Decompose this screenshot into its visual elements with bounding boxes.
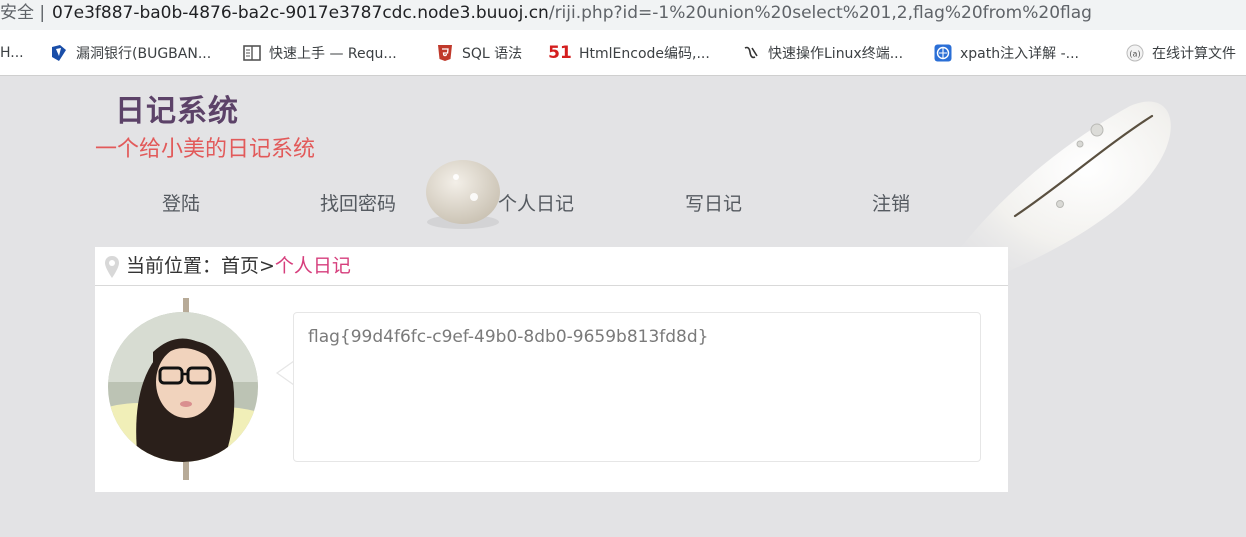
site-title: 日记系统 <box>115 94 239 129</box>
bookmark-item[interactable]: 漏洞银行(BUGBAN... <box>50 30 211 75</box>
nav-logout[interactable]: 注销 <box>872 189 910 216</box>
globe-badge-icon <box>934 44 952 62</box>
nav-recover-password[interactable]: 找回密码 <box>320 189 396 216</box>
bookmark-item[interactable]: H... <box>0 30 24 75</box>
avatar <box>108 312 258 462</box>
entry-pointer <box>275 360 295 390</box>
address-bar[interactable]: 安全 | 07e3f887-ba0b-4876-ba2c-9017e3787cd… <box>0 0 1246 30</box>
content-panel: 当前位置：首页>个人日记 flag{99d4f6fc-c9ef-49b0-8db… <box>95 247 1008 492</box>
bookmark-label: 在线计算文件 <box>1152 45 1236 62</box>
breadcrumb-current[interactable]: 个人日记 <box>275 255 351 277</box>
url-path: /riji.php?id=-1%20union%20select%201,2,f… <box>548 3 1092 23</box>
bookmark-label: H... <box>0 44 24 61</box>
bookmark-item[interactable]: 快速上手 — Requ... <box>243 30 397 75</box>
diary-entry: flag{99d4f6fc-c9ef-49b0-8db0-9659b813fd8… <box>293 312 981 462</box>
calculator-icon: (a) <box>1126 44 1144 62</box>
bookmark-label: xpath注入详解 -... <box>960 45 1079 62</box>
breadcrumb-label: 当前位置：首页>个人日记 <box>126 247 351 285</box>
page-body: 日记系统 一个给小美的日记系统 登陆 找回密码 个人日记 写日记 注销 当前位置… <box>0 76 1246 537</box>
bookmark-label: HtmlEncode编码,... <box>579 45 710 62</box>
bookmark-item[interactable]: SQL 语法 <box>436 30 522 75</box>
bookmark-item[interactable]: xpath注入详解 -... <box>934 30 1079 75</box>
svg-text:(a): (a) <box>1129 49 1140 58</box>
bookmark-item[interactable]: (a) 在线计算文件 <box>1126 30 1236 75</box>
51-logo-icon: 51 <box>548 42 572 63</box>
bugbank-icon <box>50 44 68 62</box>
url-host: 07e3f887-ba0b-4876-ba2c-9017e3787cdc.nod… <box>52 3 549 23</box>
nav-login[interactable]: 登陆 <box>162 189 200 216</box>
site-subtitle: 一个给小美的日记系统 <box>95 137 316 162</box>
breadcrumb: 当前位置：首页>个人日记 <box>95 247 1008 286</box>
stone-decoration <box>418 152 508 236</box>
bookmark-label: 漏洞银行(BUGBAN... <box>76 45 212 62</box>
bookmark-item[interactable]: 51 HtmlEncode编码,... <box>548 30 710 75</box>
bookmark-item[interactable]: 快速操作Linux终端... <box>742 30 903 75</box>
bookmark-label: SQL 语法 <box>462 45 523 62</box>
book-icon <box>243 44 261 62</box>
nav-personal-diary[interactable]: 个人日记 <box>498 189 574 216</box>
bookmark-label: 快速操作Linux终端... <box>768 45 904 62</box>
security-label: 安全 | <box>0 3 46 23</box>
script-icon <box>742 44 760 62</box>
bookmarks-bar: H... 漏洞银行(BUGBAN... 快速上手 — Requ... SQL 语… <box>0 30 1246 76</box>
nav-write-diary[interactable]: 写日记 <box>685 189 742 216</box>
location-pin-icon <box>104 254 120 292</box>
html5-shield-icon <box>436 44 454 62</box>
bookmark-label: 快速上手 — Requ... <box>269 45 397 62</box>
breadcrumb-prefix: 当前位置：首页> <box>126 255 275 277</box>
url-text[interactable]: 07e3f887-ba0b-4876-ba2c-9017e3787cdc.nod… <box>52 0 1092 26</box>
